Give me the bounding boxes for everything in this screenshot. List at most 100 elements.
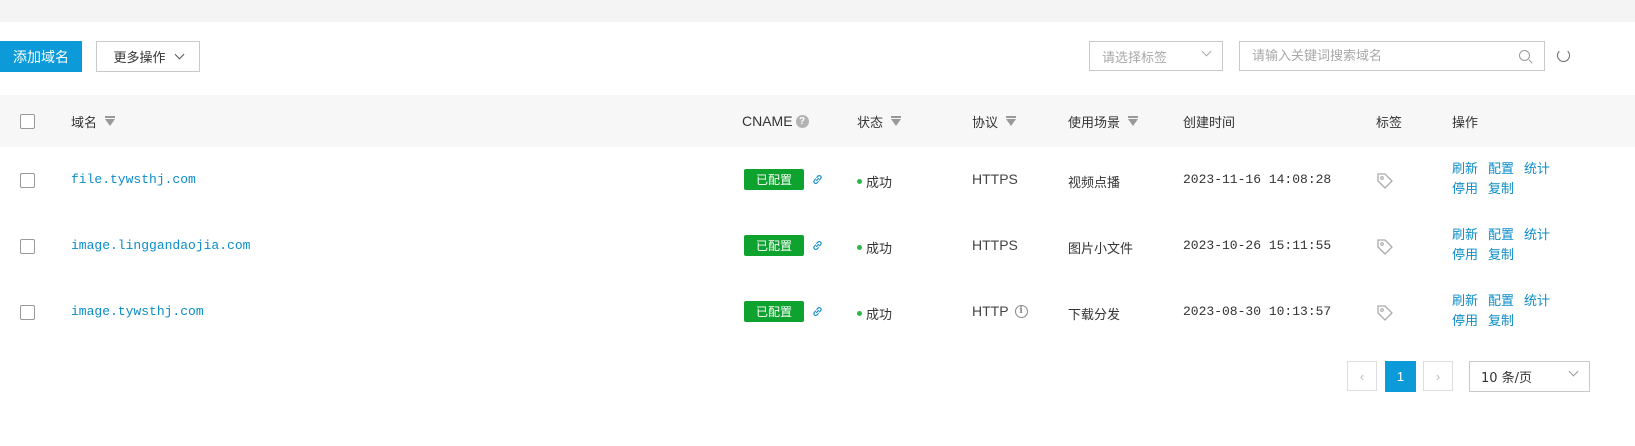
domain-link[interactable]: file.tywsthj.com	[71, 172, 196, 187]
row-actions: 刷新 配置 统计 停用 复制	[1452, 292, 1572, 332]
status-cell: 成功	[857, 172, 892, 191]
protocol-text: HTTPS	[972, 237, 1018, 253]
tag-icon[interactable]	[1376, 304, 1394, 322]
header-cname: CNAME ?	[742, 95, 809, 147]
status-text: 成功	[866, 176, 893, 191]
table-row: image.linggandaojia.com 已配置 成功 HTTPS 图片小…	[0, 213, 1635, 279]
copy-link[interactable]: 复制	[1488, 182, 1514, 197]
search-input[interactable]	[1240, 42, 1524, 70]
protocol-text: HTTPS	[972, 171, 1018, 187]
page-size-select[interactable]: 10 条/页	[1469, 361, 1590, 392]
search-box[interactable]	[1239, 41, 1545, 71]
header-domain: 域名	[71, 95, 116, 147]
table-header: 域名 CNAME ? 状态 协议 使用场景 创建时间 标签 操作	[0, 95, 1635, 147]
header-protocol-label: 协议	[972, 115, 999, 131]
page-1-button[interactable]: 1	[1385, 361, 1416, 392]
header-actions-label: 操作	[1452, 115, 1479, 131]
status-cell: 成功	[857, 238, 892, 257]
domain-link[interactable]: image.linggandaojia.com	[71, 238, 250, 253]
stats-link[interactable]: 统计	[1524, 162, 1550, 177]
filter-icon[interactable]	[891, 115, 902, 126]
header-tags: 标签	[1376, 95, 1402, 147]
more-actions-button[interactable]: 更多操作	[96, 41, 200, 72]
chevron-down-icon	[1568, 366, 1579, 377]
cname-configured-badge: 已配置	[744, 235, 804, 256]
header-protocol: 协议	[972, 95, 1017, 147]
status-dot	[857, 179, 862, 184]
stats-link[interactable]: 统计	[1524, 228, 1550, 243]
header-scene: 使用场景	[1068, 95, 1139, 147]
protocol-cell: HTTP i	[972, 303, 1028, 319]
filter-icon[interactable]	[1128, 115, 1139, 126]
top-strip	[0, 0, 1635, 22]
tag-icon[interactable]	[1376, 172, 1394, 190]
header-created: 创建时间	[1183, 95, 1235, 147]
row-actions: 刷新 配置 统计 停用 复制	[1452, 160, 1572, 200]
copy-link[interactable]: 复制	[1488, 314, 1514, 329]
row-checkbox[interactable]	[20, 239, 35, 254]
table-row: image.tywsthj.com 已配置 成功 HTTP i 下载分发 2023…	[0, 279, 1635, 345]
chevron-left-icon: ‹	[1359, 368, 1365, 384]
help-icon[interactable]: ?	[795, 114, 809, 128]
scene-cell: 图片小文件	[1068, 242, 1134, 257]
chevron-down-icon	[1201, 46, 1212, 57]
status-text: 成功	[866, 308, 893, 323]
header-status-label: 状态	[857, 115, 884, 131]
next-page-button[interactable]: ›	[1423, 361, 1453, 391]
info-icon[interactable]: i	[1014, 304, 1028, 318]
add-domain-button[interactable]: 添加域名	[0, 41, 82, 72]
scene-cell: 视频点播	[1068, 176, 1121, 191]
config-link[interactable]: 配置	[1488, 162, 1514, 177]
header-scene-label: 使用场景	[1068, 115, 1121, 131]
header-created-label: 创建时间	[1183, 115, 1236, 131]
page-size-label: 10 条/页	[1481, 371, 1533, 386]
prev-page-button[interactable]: ‹	[1347, 361, 1377, 391]
created-time: 2023-08-30 10:13:57	[1183, 304, 1332, 319]
tag-icon[interactable]	[1376, 238, 1394, 256]
created-time: 2023-10-26 15:11:55	[1183, 238, 1332, 253]
status-cell: 成功	[857, 304, 892, 323]
domain-link[interactable]: image.tywsthj.com	[71, 304, 204, 319]
more-actions-label: 更多操作	[113, 51, 166, 66]
config-link[interactable]: 配置	[1488, 228, 1514, 243]
copy-link[interactable]: 复制	[1488, 248, 1514, 263]
scene-cell: 下载分发	[1068, 308, 1121, 323]
cname-configured-badge: 已配置	[744, 301, 804, 322]
protocol-cell: HTTPS	[972, 237, 1018, 253]
link-icon[interactable]	[811, 305, 824, 318]
row-actions: 刷新 配置 统计 停用 复制	[1452, 226, 1572, 266]
header-tags-label: 标签	[1376, 115, 1403, 131]
disable-link[interactable]: 停用	[1452, 248, 1478, 263]
config-link[interactable]: 配置	[1488, 294, 1514, 309]
status-dot	[857, 311, 862, 316]
filter-icon[interactable]	[1006, 115, 1017, 126]
chevron-right-icon: ›	[1435, 368, 1441, 384]
link-icon[interactable]	[811, 239, 824, 252]
status-text: 成功	[866, 242, 893, 257]
link-icon[interactable]	[811, 173, 824, 186]
filter-icon[interactable]	[105, 115, 116, 126]
row-checkbox[interactable]	[20, 173, 35, 188]
refresh-link[interactable]: 刷新	[1452, 228, 1478, 243]
protocol-cell: HTTPS	[972, 171, 1018, 187]
header-cname-label: CNAME	[742, 113, 793, 129]
search-icon[interactable]	[1519, 50, 1530, 61]
protocol-text: HTTP	[972, 303, 1009, 319]
select-all-checkbox[interactable]	[20, 114, 35, 129]
header-domain-label: 域名	[71, 115, 98, 131]
table-row: file.tywsthj.com 已配置 成功 HTTPS 视频点播 2023-…	[0, 147, 1635, 213]
refresh-link[interactable]: 刷新	[1452, 162, 1478, 177]
created-time: 2023-11-16 14:08:28	[1183, 172, 1332, 187]
chevron-down-icon	[174, 49, 184, 60]
row-checkbox[interactable]	[20, 305, 35, 320]
stats-link[interactable]: 统计	[1524, 294, 1550, 309]
refresh-link[interactable]: 刷新	[1452, 294, 1478, 309]
status-dot	[857, 245, 862, 250]
tag-select[interactable]: 请选择标签	[1089, 41, 1223, 71]
refresh-icon[interactable]	[1557, 49, 1570, 62]
cname-configured-badge: 已配置	[744, 169, 804, 190]
header-actions: 操作	[1452, 95, 1478, 147]
header-status: 状态	[857, 95, 902, 147]
disable-link[interactable]: 停用	[1452, 182, 1478, 197]
disable-link[interactable]: 停用	[1452, 314, 1478, 329]
